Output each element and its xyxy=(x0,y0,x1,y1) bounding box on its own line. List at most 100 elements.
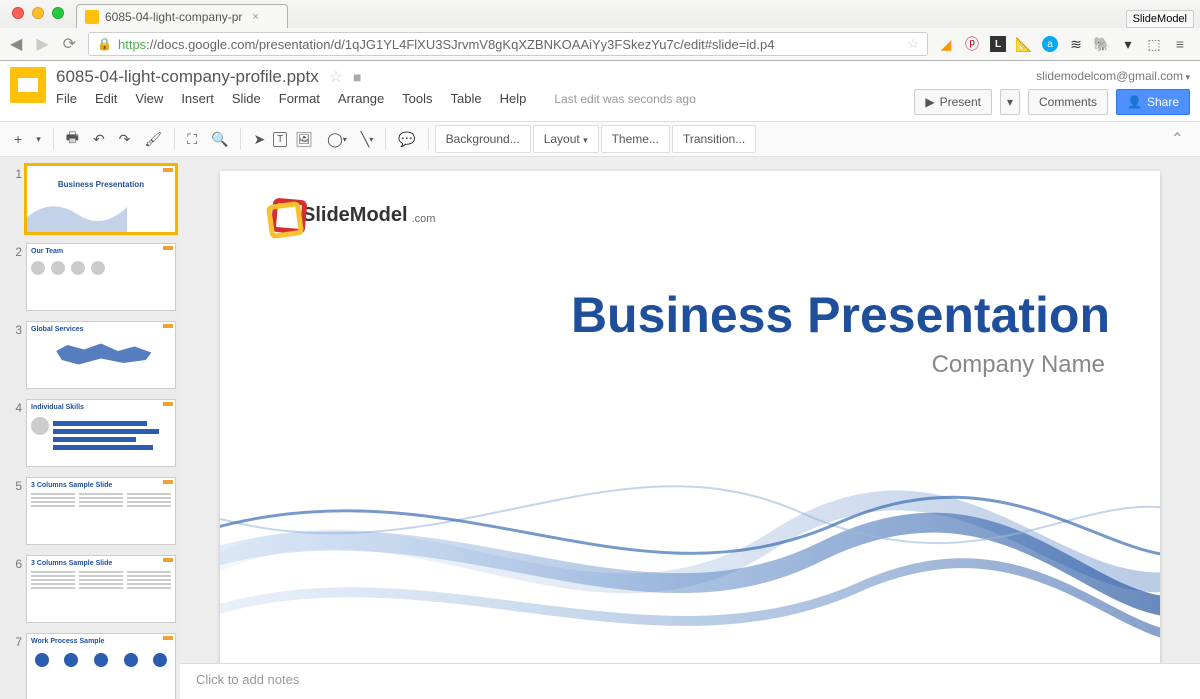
transition-button[interactable]: Transition... xyxy=(672,125,756,153)
back-button[interactable]: ◀ xyxy=(8,34,24,54)
layout-label: Layout xyxy=(544,132,580,146)
menu-file[interactable]: File xyxy=(56,91,77,106)
select-tool[interactable]: ➤ xyxy=(247,127,271,152)
share-button[interactable]: 👤Share xyxy=(1116,89,1190,115)
person-plus-icon: 👤 xyxy=(1127,95,1142,109)
document-title[interactable]: 6085-04-light-company-profile.pptx xyxy=(56,67,319,87)
slide-number: 3 xyxy=(4,321,22,337)
slide-thumbnail-6[interactable]: 3 Columns Sample Slide xyxy=(26,555,176,623)
lock-icon: 🔒 xyxy=(97,37,112,51)
print-button[interactable]: 🖶 xyxy=(60,123,85,155)
menu-slide[interactable]: Slide xyxy=(232,91,261,106)
tab-close-icon[interactable]: × xyxy=(252,11,258,23)
ext-buffer-icon[interactable]: ≋ xyxy=(1068,36,1084,52)
ext-dev-icon[interactable]: ⬚ xyxy=(1146,36,1162,52)
menu-edit[interactable]: Edit xyxy=(95,91,117,106)
menu-help[interactable]: Help xyxy=(500,91,527,106)
ext-pocket-icon[interactable]: ▾ xyxy=(1120,36,1136,52)
thumb-row[interactable]: 4 Individual Skills xyxy=(4,399,176,467)
app-header: 6085-04-light-company-profile.pptx ☆ ■ F… xyxy=(0,61,1200,115)
menu-arrange[interactable]: Arrange xyxy=(338,91,384,106)
slides-app-icon[interactable] xyxy=(10,67,46,103)
minimize-window-button[interactable] xyxy=(32,7,44,19)
forward-button[interactable]: ▶ xyxy=(34,34,50,54)
redo-button[interactable]: ↷ xyxy=(113,127,137,152)
comments-label: Comments xyxy=(1039,95,1097,109)
new-slide-button[interactable]: + xyxy=(8,127,28,151)
background-button[interactable]: Background... xyxy=(435,125,531,153)
canvas-scroll[interactable]: SlideModel .com Business Presentation Co… xyxy=(180,157,1200,663)
undo-button[interactable]: ↶ xyxy=(87,127,111,152)
fit-button[interactable]: ⛶ xyxy=(181,127,203,152)
move-folder-icon[interactable]: ■ xyxy=(353,69,361,85)
slide-thumbnail-3[interactable]: Global Services xyxy=(26,321,176,389)
menu-view[interactable]: View xyxy=(135,91,163,106)
logo-suffix: .com xyxy=(412,213,436,229)
slide-thumbnail-4[interactable]: Individual Skills xyxy=(26,399,176,467)
header-right: slidemodelcom@gmail.com ▶ Present ▾ Comme… xyxy=(914,67,1190,115)
reload-button[interactable]: ⟳ xyxy=(61,34,78,54)
menu-insert[interactable]: Insert xyxy=(181,91,214,106)
star-icon[interactable]: ☆ xyxy=(329,67,343,87)
line-tool[interactable]: ╲▾ xyxy=(355,127,379,152)
slide-thumbnail-7[interactable]: Work Process Sample xyxy=(26,633,176,699)
ext-evernote-icon[interactable]: 🐘 xyxy=(1094,36,1110,52)
canvas-area: SlideModel .com Business Presentation Co… xyxy=(180,157,1200,699)
slide-number: 1 xyxy=(4,165,22,181)
slide-title[interactable]: Business Presentation xyxy=(571,286,1110,344)
user-email[interactable]: slidemodelcom@gmail.com xyxy=(1036,69,1190,83)
address-bar: ◀ ▶ ⟳ 🔒 https://docs.google.com/presenta… xyxy=(0,28,1200,60)
theme-button[interactable]: Theme... xyxy=(601,125,670,153)
comment-tool[interactable]: 💬 xyxy=(392,127,421,152)
logo-text: SlideModel xyxy=(302,204,408,227)
thumb-row[interactable]: 6 3 Columns Sample Slide xyxy=(4,555,176,623)
shape-tool[interactable]: ◯▾ xyxy=(321,127,353,152)
slide-thumbnail-2[interactable]: Our Team xyxy=(26,243,176,311)
close-window-button[interactable] xyxy=(12,7,24,19)
paint-format-button[interactable]: 🖌 xyxy=(138,127,168,152)
wave-graphic xyxy=(220,383,1160,663)
title-area: 6085-04-light-company-profile.pptx ☆ ■ F… xyxy=(56,67,914,115)
ext-a-icon[interactable]: a xyxy=(1042,36,1058,52)
menu-format[interactable]: Format xyxy=(279,91,320,106)
thumb-row[interactable]: 1 Business Presentation xyxy=(4,165,176,233)
slide-thumbnail-1[interactable]: Business Presentation xyxy=(26,165,176,233)
menu-tools[interactable]: Tools xyxy=(402,91,432,106)
present-label: Present xyxy=(940,95,981,109)
maximize-window-button[interactable] xyxy=(52,7,64,19)
slides-favicon xyxy=(85,10,99,24)
window-controls xyxy=(8,0,72,19)
thumb-row[interactable]: 7 Work Process Sample xyxy=(4,633,176,699)
comments-button[interactable]: Comments xyxy=(1028,89,1108,115)
slide-subtitle[interactable]: Company Name xyxy=(932,351,1105,379)
zoom-button[interactable]: 🔍 xyxy=(205,127,234,152)
ext-pinterest-icon[interactable]: ⓟ xyxy=(964,36,980,52)
play-icon: ▶ xyxy=(925,95,934,109)
present-button[interactable]: ▶ Present xyxy=(914,89,992,115)
last-edit-label[interactable]: Last edit was seconds ago xyxy=(554,92,695,106)
slide-canvas[interactable]: SlideModel .com Business Presentation Co… xyxy=(220,171,1160,663)
slide-thumbnail-5[interactable]: 3 Columns Sample Slide xyxy=(26,477,176,545)
tab-bar: 6085-04-light-company-pr × SlideModel xyxy=(0,0,1200,28)
browser-menu-icon[interactable]: ≡ xyxy=(1172,36,1188,52)
filmstrip[interactable]: 1 Business Presentation 2 Our Team 3 Glo… xyxy=(0,157,180,699)
ext-ruler-icon[interactable]: 📐 xyxy=(1016,36,1032,52)
slide-number: 2 xyxy=(4,243,22,259)
url-input[interactable]: 🔒 https://docs.google.com/presentation/d… xyxy=(88,32,928,56)
browser-tab[interactable]: 6085-04-light-company-pr × xyxy=(76,4,288,28)
present-dropdown[interactable]: ▾ xyxy=(1000,89,1020,115)
thumb-row[interactable]: 5 3 Columns Sample Slide xyxy=(4,477,176,545)
textbox-tool[interactable]: T xyxy=(273,132,287,147)
ext-l-icon[interactable]: L xyxy=(990,36,1006,52)
expand-toolbar-icon[interactable]: ⌃ xyxy=(1163,125,1192,153)
extension-badge[interactable]: SlideModel xyxy=(1126,10,1194,28)
new-slide-dropdown[interactable]: ▾ xyxy=(30,130,47,149)
ext-analytics-icon[interactable]: ◢ xyxy=(938,36,954,52)
image-tool[interactable]: 🖼 xyxy=(289,127,319,152)
thumb-row[interactable]: 3 Global Services xyxy=(4,321,176,389)
thumb-row[interactable]: 2 Our Team xyxy=(4,243,176,311)
bookmark-star-icon[interactable]: ☆ xyxy=(907,36,919,52)
layout-button[interactable]: Layout ▾ xyxy=(533,125,599,153)
toolbar: + ▾ 🖶 ↶ ↷ 🖌 ⛶ 🔍 ➤ T 🖼 ◯▾ ╲▾ 💬 Background… xyxy=(0,121,1200,157)
menu-table[interactable]: Table xyxy=(451,91,482,106)
